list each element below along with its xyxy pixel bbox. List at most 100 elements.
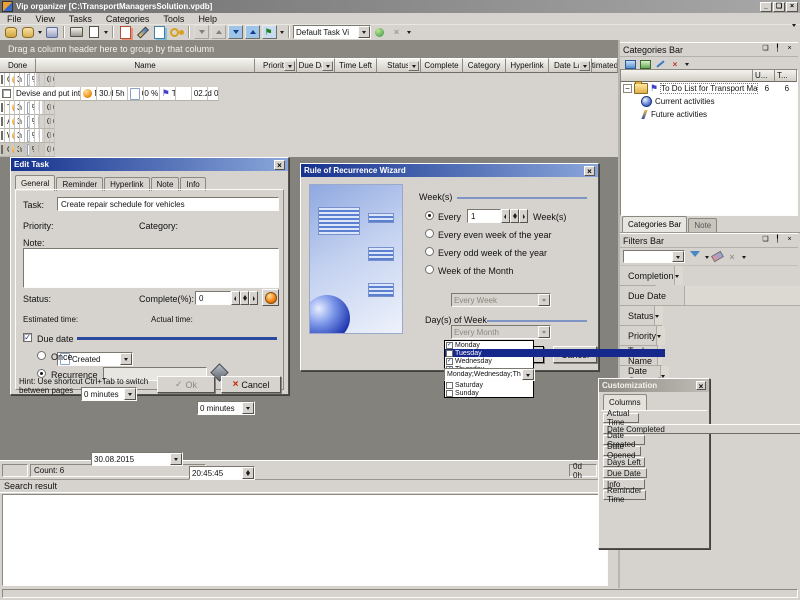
day-checkbox[interactable]: ✓ <box>446 382 453 389</box>
delete-filter-icon[interactable]: × <box>725 251 739 263</box>
column-item[interactable]: Due Date <box>603 468 647 478</box>
table-row[interactable]: Work out new tariffs for vehicles for hi… <box>0 129 42 143</box>
odd-week-radio[interactable] <box>425 247 434 256</box>
edit-task-icon[interactable] <box>135 25 150 39</box>
filters-pin-icon[interactable]: ╿ <box>772 236 783 246</box>
status-dropdown-icon[interactable] <box>120 353 132 365</box>
filter-dropdown-icon[interactable] <box>675 275 679 280</box>
every-max-icon[interactable] <box>519 209 528 223</box>
recurrence-wizard-close-icon[interactable]: × <box>584 166 595 176</box>
print-overflow-icon[interactable] <box>102 25 109 39</box>
column-header[interactable]: Time Left <box>335 58 377 73</box>
close-button[interactable]: × <box>786 2 798 12</box>
recurrence-wizard-titlebar[interactable]: Rule of Recurrence Wizard × <box>301 164 598 177</box>
menu-file[interactable]: File <box>0 14 29 24</box>
move-task-down-icon[interactable] <box>194 25 209 39</box>
delete-view-icon[interactable]: × <box>389 25 404 39</box>
complete-updown-icon[interactable] <box>240 291 249 305</box>
category-root-row[interactable]: − ⚑ To Do List for Transport Managers 6 … <box>621 82 797 95</box>
categories-close-icon[interactable]: × <box>784 45 795 55</box>
column-header[interactable]: Priority <box>255 58 297 73</box>
new-database-icon[interactable] <box>3 25 18 39</box>
column-item[interactable]: Actual Time <box>603 413 639 423</box>
table-row[interactable]: Arrange collection and delivery of vehic… <box>0 115 38 129</box>
filters-toolbar-overflow-icon[interactable] <box>740 250 747 264</box>
search-result-area[interactable] <box>2 494 608 586</box>
column-sort-dropdown-icon[interactable] <box>322 61 333 71</box>
table-row[interactable]: Organise the purchase of new transport v… <box>0 73 36 87</box>
done-checkbox[interactable] <box>1 131 3 140</box>
categories-u-column-header[interactable]: U... <box>753 70 775 82</box>
every-weeks-input[interactable]: 1 <box>467 209 501 223</box>
filter-row[interactable]: Due Date <box>620 286 800 306</box>
filter-dropdown-icon[interactable] <box>655 315 659 320</box>
done-checkbox[interactable] <box>2 89 11 98</box>
save-database-icon[interactable] <box>44 25 59 39</box>
task-view-combo-dropdown-icon[interactable] <box>358 26 370 38</box>
toolbar-right-overflow-icon[interactable] <box>792 27 796 37</box>
day-checkbox[interactable]: ✓ <box>446 342 453 349</box>
add-task-icon[interactable] <box>118 25 133 39</box>
menu-view[interactable]: View <box>29 14 62 24</box>
task-name-input[interactable]: Create repair schedule for vehicles <box>57 197 279 211</box>
filter-preset-dropdown-icon[interactable] <box>672 251 684 262</box>
filter-row[interactable]: Completion <box>620 266 656 286</box>
move-task-up-icon[interactable] <box>211 25 226 39</box>
column-sort-dropdown-icon[interactable] <box>408 61 419 71</box>
column-header[interactable]: Category <box>463 58 506 73</box>
column-item[interactable]: Days Left <box>603 457 645 467</box>
categories-pin-icon[interactable]: ╿ <box>772 45 783 55</box>
day-option[interactable]: ✓ Saturday <box>445 381 490 389</box>
print-preview-icon[interactable] <box>86 25 101 39</box>
every-updown-icon[interactable] <box>510 209 519 223</box>
column-header[interactable]: Name <box>36 58 255 73</box>
column-sort-dropdown-icon[interactable] <box>284 61 295 71</box>
once-date-dropdown-icon[interactable] <box>170 453 182 465</box>
day-option[interactable]: ✓ Monday <box>445 341 482 349</box>
apply-view-icon[interactable] <box>372 25 387 39</box>
table-row[interactable]: Devise and put into action transportatio… <box>0 87 219 101</box>
column-item[interactable]: Reminder Time <box>603 490 646 500</box>
group-by-bar[interactable]: Drag a column header here to group by th… <box>0 40 618 58</box>
categories-restore-icon[interactable]: ❏ <box>760 45 771 55</box>
done-checkbox[interactable] <box>1 103 3 112</box>
tab-note[interactable]: Note <box>688 218 717 232</box>
days-combo-dropdown-icon[interactable] <box>522 369 534 380</box>
customization-titlebar[interactable]: Customization × <box>599 379 709 392</box>
table-row[interactable]: Create repair schedule for vehicles Norm… <box>0 143 44 157</box>
every-radio[interactable] <box>425 211 434 220</box>
tab-categories-bar[interactable]: Categories Bar <box>622 216 687 232</box>
complete-refresh-button[interactable] <box>262 289 279 306</box>
table-row[interactable]: Track shipment - purchase order #215 Nor… <box>0 101 42 115</box>
tab-columns[interactable]: Columns <box>603 394 647 410</box>
apply-filter-icon[interactable] <box>688 251 702 263</box>
day-checkbox[interactable]: ✓ <box>446 358 453 365</box>
once-time-spinner[interactable]: 20:45:45 <box>189 466 255 480</box>
day-option[interactable]: ✓ Tuesday <box>445 349 665 357</box>
week-of-month-radio[interactable] <box>425 265 434 274</box>
note-textarea[interactable] <box>23 248 279 288</box>
apply-filter-dropdown-icon[interactable] <box>703 250 710 264</box>
menu-categories[interactable]: Categories <box>99 14 157 24</box>
assign-category-icon[interactable]: ⚑ <box>262 25 277 39</box>
column-header[interactable]: Done <box>0 58 36 73</box>
complete-min-icon[interactable] <box>231 291 240 305</box>
ok-button[interactable]: ✓ Ok <box>157 376 215 393</box>
day-option[interactable]: ✓ Wednesday <box>445 357 488 365</box>
filter-row[interactable]: Priority <box>620 326 658 346</box>
column-header[interactable]: Estimated Ti <box>592 58 618 73</box>
days-of-week-combo[interactable]: Monday;Wednesday;Thu <box>444 368 535 381</box>
filter-preset-combo[interactable] <box>623 250 685 263</box>
edit-task-close-icon[interactable]: × <box>274 160 285 170</box>
task-view-combo[interactable]: Default Task Vi <box>293 25 371 39</box>
done-checkbox[interactable] <box>1 117 3 126</box>
filter-row[interactable]: Status <box>620 306 662 326</box>
filters-close-icon[interactable]: × <box>784 236 795 246</box>
once-date-combo[interactable]: 30.08.2015 <box>91 452 183 466</box>
menu-tools[interactable]: Tools <box>156 14 191 24</box>
collapse-node-icon[interactable]: − <box>623 84 632 93</box>
column-header[interactable]: Hyperlink <box>506 58 549 73</box>
collapse-all-icon[interactable] <box>245 25 260 39</box>
filter-dropdown-icon[interactable] <box>657 335 661 340</box>
filters-restore-icon[interactable]: ❏ <box>760 236 771 246</box>
